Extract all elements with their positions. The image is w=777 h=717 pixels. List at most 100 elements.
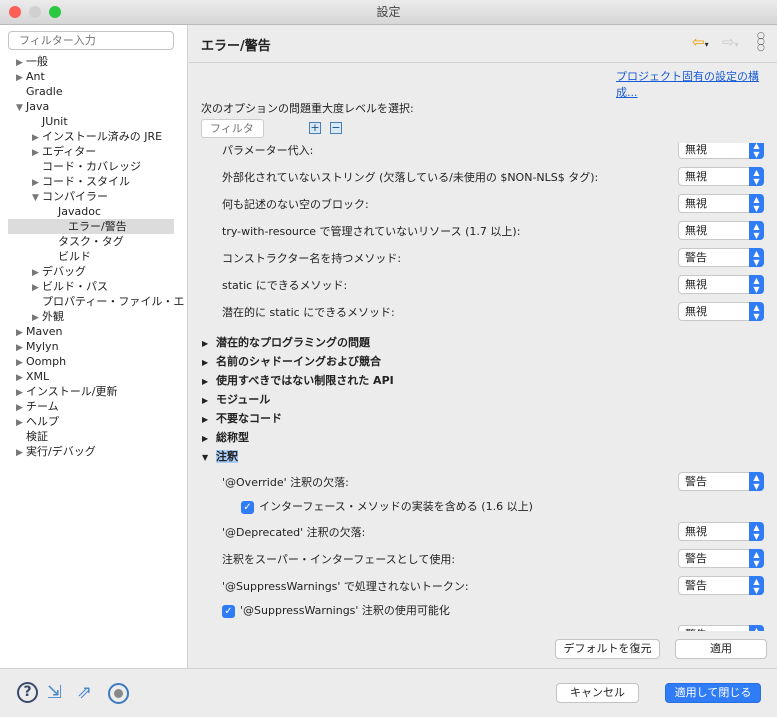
options-scroll-area[interactable]: パラメーター代入: 無視 ▲ ▼ 外部化されていないストリング (欠落している/未使用の… [189,143,777,631]
severity-select[interactable]: 無視 ▲ ▼ [678,143,764,159]
section-header[interactable]: ▶ 名前のシャドーイングおよび競合 [202,353,381,369]
tree-item-label: Ant [26,70,45,83]
tree-item[interactable]: ▶ ヘルプ [16,414,59,429]
tree-item[interactable]: ▶ インストール/更新 [16,384,118,399]
tree-item[interactable]: プロパティー・ファイル・エ [32,294,184,309]
view-menu-icon[interactable]: ○ ○ ○ [757,32,765,53]
severity-select[interactable]: 無視 ▲ ▼ [678,522,764,541]
option-label: パラメーター代入: [222,144,314,157]
tree-item[interactable]: ▶ コード・スタイル [32,174,130,189]
expand-all-icon[interactable]: + [309,122,321,134]
tree-item[interactable]: ▼ コンパイラー [32,189,108,204]
severity-select[interactable]: 警告 ▲▼ [678,576,764,595]
severity-select[interactable]: 無視 ▲ ▼ [678,167,764,186]
chevron-updown-icon: ▲▼ [749,472,764,491]
tree-item[interactable]: ▶ デバッグ [32,264,86,279]
close-window-button[interactable] [9,6,21,18]
severity-select[interactable]: 警告 ▲▼ [678,549,764,568]
severity-select[interactable]: 警告 ▲▼ [678,472,764,491]
section-label: 不要なコード [216,412,282,425]
header-divider [189,62,777,63]
option-label: 注釈をスーパー・インターフェースとして使用: [222,553,456,566]
restore-defaults-button[interactable]: デフォルトを復元 [555,639,660,659]
project-specific-settings-link[interactable]: プロジェクト固有の設定の構成... [616,68,777,100]
options-filter-input[interactable] [201,119,264,138]
tree-item[interactable]: ▶ チーム [16,399,59,414]
include-interface-checkbox[interactable]: ✓ インターフェース・メソッドの実装を含める (1.6 以上) [241,498,533,514]
severity-value: 警告 [685,579,707,592]
tree-item[interactable]: JUnit [32,114,68,129]
chevron-updown-icon: ▲▼ [749,549,764,568]
section-header[interactable]: ▶ 総称型 [202,429,249,445]
record-icon[interactable] [108,683,129,704]
tree-item[interactable]: ▶ Maven [16,324,62,339]
help-icon[interactable]: ? [17,682,38,703]
apply-and-close-button[interactable]: 適用して閉じる [665,683,761,703]
section-header[interactable]: ▶ 使用すべきではない制限された API [202,372,394,388]
chevron-updown-icon: ▲▼ [749,522,764,541]
collapse-all-icon[interactable]: − [330,122,342,134]
severity-select[interactable]: 警告 ▲▼ [678,625,764,631]
tree-item[interactable]: 検証 [16,429,48,444]
checkbox-checked-icon: ✓ [241,500,254,514]
severity-select[interactable]: 無視 ▲ ▼ [678,221,764,240]
minimize-window-button[interactable] [29,6,41,18]
severity-select[interactable]: 無視 ▲ ▼ [678,275,764,294]
chevron-right-icon[interactable]: ▶ [16,446,26,461]
tree-item-label: ヘルプ [26,415,59,428]
tree-item[interactable]: ビルド [48,249,91,264]
zoom-window-button[interactable] [49,6,61,18]
tree-item[interactable]: ▶ Oomph [16,354,66,369]
option-label: 潜在的に static にできるメソッド: [222,306,395,319]
tree-item[interactable]: タスク・タグ [48,234,124,249]
tree-item[interactable]: Gradle [16,84,63,99]
export-icon[interactable]: ⇗ [77,682,92,703]
severity-value: 警告 [685,251,707,264]
chevron-right-icon: ▶ [202,358,209,367]
tree-item[interactable]: コード・カバレッジ [32,159,141,174]
chevron-right-icon: ▶ [202,396,209,405]
severity-value: 無視 [685,197,707,210]
severity-select[interactable]: 無視 ▲ ▼ [678,194,764,213]
chevron-updown-icon: ▲▼ [749,221,764,240]
tree-item[interactable]: エラー/警告 [8,219,174,234]
back-arrow-icon[interactable]: ⇦▾ [692,33,709,51]
tree-item[interactable]: ▶ 実行/デバッグ [16,444,96,459]
tree-item[interactable]: ▶ エディター [32,144,96,159]
tree-filter-input[interactable] [8,31,174,50]
chevron-updown-icon: ▲▼ [749,143,764,159]
tree-item[interactable]: ▶ Mylyn [16,339,59,354]
severity-select[interactable]: 警告 ▲▼ [678,248,764,267]
chevron-right-icon: ▶ [202,377,209,386]
tree-item[interactable]: ▼ Java [16,99,49,114]
section-header[interactable]: ▶ 潜在的なプログラミングの問題 [202,334,370,350]
tree-item[interactable]: ▶ ビルド・パス [32,279,108,294]
chevron-down-icon[interactable]: ▼ [16,101,26,116]
tree-item[interactable]: ▶ XML [16,369,49,384]
section-header-expanded[interactable]: ▼ 注釈 [202,448,238,464]
instruction-label: 次のオプションの問題重大度レベルを選択: [201,102,414,115]
apply-button[interactable]: 適用 [675,639,767,659]
tree-item-label: XML [26,370,50,383]
severity-select[interactable]: 無視 ▲ ▼ [678,302,764,321]
section-header[interactable]: ▶ モジュール [202,391,270,407]
tree-item[interactable]: ▶ 外観 [32,309,64,324]
section-label: 総称型 [216,431,249,444]
tree-item[interactable]: ▶ インストール済みの JRE [32,129,162,144]
tree-item-label: 外観 [42,310,64,323]
checkbox-label: インターフェース・メソッドの実装を含める (1.6 以上) [259,500,533,513]
section-label: モジュール [216,393,271,406]
tree-item-label: プロパティー・ファイル・エ [42,295,185,308]
tree-item-label: エディター [42,145,97,158]
enable-suppress-warnings-checkbox[interactable]: ✓ '@SuppressWarnings' 注釈の使用可能化 [222,602,450,618]
cancel-button[interactable]: キャンセル [556,683,639,703]
tree-item[interactable]: Javadoc [48,204,101,219]
tree-item[interactable]: ▶ 一般 [16,54,48,69]
chevron-down-icon[interactable]: ▼ [32,191,42,206]
forward-arrow-icon[interactable]: ⇨▾ [722,33,739,51]
chevron-down-icon: ▼ [202,453,209,462]
chevron-updown-icon: ▲▼ [749,248,764,267]
section-header[interactable]: ▶ 不要なコード [202,410,282,426]
import-icon[interactable]: ⇲ [47,682,62,703]
tree-item[interactable]: ▶ Ant [16,69,45,84]
